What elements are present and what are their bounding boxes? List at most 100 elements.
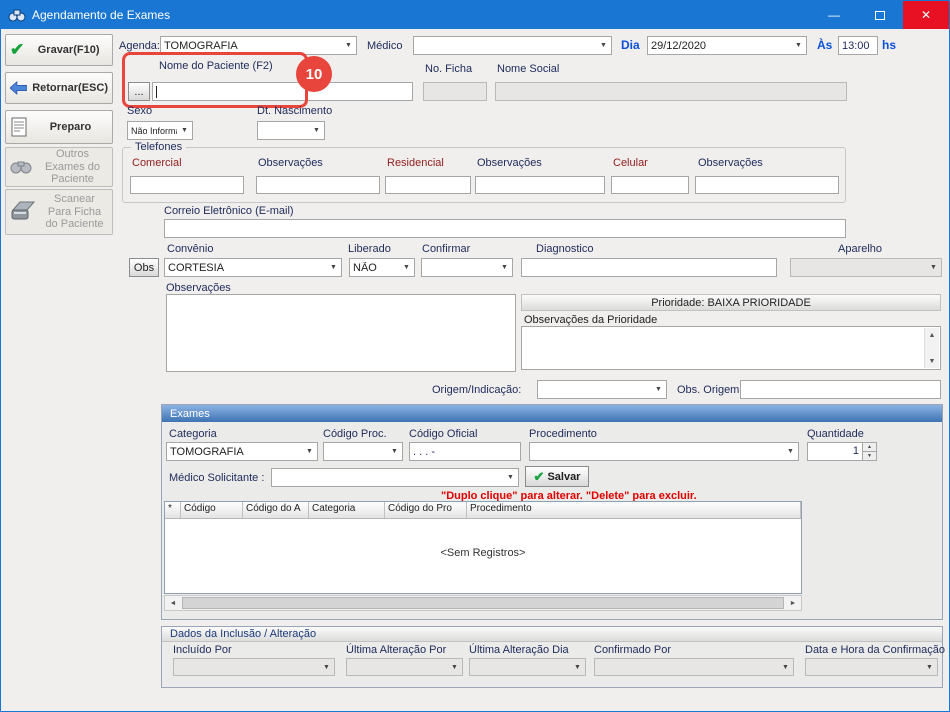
origem-select[interactable]: ▼ [537, 380, 667, 399]
diagnostico-label: Diagnostico [536, 243, 593, 255]
liberado-label: Liberado [348, 243, 391, 255]
hora-input[interactable]: 13:00 [838, 36, 878, 55]
horizontal-scrollbar[interactable]: ◄ ► [164, 595, 802, 611]
agenda-select[interactable]: TOMOGRAFIA ▼ [160, 36, 357, 55]
obs-comercial-label: Observações [258, 157, 323, 169]
ultima-alteracao-dia-label: Última Alteração Dia [469, 644, 569, 656]
liberado-value: NÃO [350, 262, 399, 274]
patient-browse-button[interactable]: ... [128, 82, 150, 101]
nascimento-select[interactable]: ▼ [257, 121, 325, 140]
obs-residencial-input[interactable] [475, 176, 605, 194]
stepper-down-icon[interactable]: ▼ [863, 451, 876, 460]
maximize-button[interactable] [857, 1, 903, 29]
medico-label: Médico [367, 40, 402, 52]
email-input[interactable] [164, 219, 846, 238]
window-title: Agendamento de Exames [32, 8, 170, 22]
telefones-group-label: Telefones [131, 141, 186, 153]
convenio-select[interactable]: CORTESIA ▼ [164, 258, 342, 277]
procedimento-label: Procedimento [529, 428, 597, 440]
dados-panel-header: Dados da Inclusão / Alteração [162, 627, 942, 642]
scanear-label: Scanear Para Ficha do Paciente [41, 193, 108, 231]
codigo-proc-label: Código Proc. [323, 428, 387, 440]
comercial-label: Comercial [132, 157, 182, 169]
confirmar-select[interactable]: ▼ [421, 258, 513, 277]
scroll-left-icon[interactable]: ◄ [165, 596, 181, 610]
medico-solicitante-label: Médico Solicitante : [169, 472, 264, 484]
categoria-value: TOMOGRAFIA [167, 446, 302, 458]
patient-name-input[interactable] [152, 82, 413, 101]
ultima-alteracao-dia-field: ▼ [469, 658, 586, 676]
preparo-button[interactable]: Preparo [5, 110, 113, 144]
minimize-button[interactable]: — [811, 1, 857, 29]
scroll-up-icon[interactable]: ▲ [925, 328, 939, 342]
liberado-select[interactable]: NÃO ▼ [349, 258, 415, 277]
medico-select[interactable]: ▼ [413, 36, 612, 55]
hs-label: hs [882, 38, 896, 52]
medico-solicitante-select[interactable]: ▼ [271, 468, 519, 487]
scroll-right-icon[interactable]: ► [785, 596, 801, 610]
obs-button[interactable]: Obs [129, 258, 159, 277]
patient-name-label: Nome do Paciente (F2) [159, 60, 273, 72]
obs-origem-input[interactable] [740, 380, 941, 399]
diagnostico-input[interactable] [521, 258, 777, 277]
chevron-down-icon: ▼ [791, 42, 806, 49]
confirmado-por-label: Confirmado Por [594, 644, 671, 656]
outros-exames-button[interactable]: Outros Exames do Paciente [5, 147, 113, 187]
grid-col-categoria: Categoria [309, 502, 385, 518]
close-button[interactable]: ✕ [903, 1, 949, 29]
obs-residencial-label: Observações [477, 157, 542, 169]
ultima-alteracao-por-label: Última Alteração Por [346, 644, 446, 656]
codigo-oficial-value: . . . - [413, 446, 435, 458]
celular-input[interactable] [611, 176, 689, 194]
agenda-label: Agenda: [119, 40, 160, 52]
close-icon: ✕ [921, 8, 931, 22]
chevron-down-icon: ▼ [319, 664, 334, 671]
chevron-down-icon: ▼ [309, 127, 324, 134]
observacoes-textarea[interactable] [166, 294, 516, 372]
obs-celular-input[interactable] [695, 176, 839, 194]
scanear-button[interactable]: Scanear Para Ficha do Paciente [5, 189, 113, 235]
agenda-value: TOMOGRAFIA [161, 40, 341, 52]
residencial-label: Residencial [387, 157, 444, 169]
prioridade-header: Prioridade: BAIXA PRIORIDADE [521, 294, 941, 311]
prioridade-obs-textarea[interactable]: ▲ ▼ [521, 326, 941, 370]
codigo-proc-select[interactable]: ▼ [323, 442, 403, 461]
chevron-down-icon: ▼ [503, 474, 518, 481]
chevron-down-icon: ▼ [341, 42, 356, 49]
residencial-input[interactable] [385, 176, 471, 194]
gravar-button[interactable]: ✔ Gravar(F10) [5, 34, 113, 66]
sexo-select[interactable]: Não Informa ▼ [127, 121, 193, 140]
obs-comercial-input[interactable] [256, 176, 380, 194]
sexo-label: Sexo [127, 105, 152, 117]
retornar-button[interactable]: Retornar(ESC) [5, 72, 113, 104]
stepper-up-icon[interactable]: ▲ [863, 443, 876, 451]
annotation-badge-number: 10 [306, 66, 323, 83]
comercial-input[interactable] [130, 176, 244, 194]
annotation-badge: 10 [296, 56, 332, 92]
convenio-value: CORTESIA [165, 262, 326, 274]
check-icon: ✔ [534, 469, 545, 485]
codigo-oficial-input[interactable]: . . . - [409, 442, 521, 461]
scroll-down-icon[interactable]: ▼ [925, 354, 939, 368]
chevron-down-icon: ▼ [177, 127, 192, 134]
dia-label: Dia [621, 38, 640, 52]
categoria-select[interactable]: TOMOGRAFIA ▼ [166, 442, 318, 461]
observacoes-label: Observações [166, 282, 231, 294]
codigo-oficial-label: Código Oficial [409, 428, 477, 440]
vertical-scrollbar[interactable]: ▲ ▼ [924, 328, 939, 368]
salvar-button[interactable]: ✔ Salvar [525, 466, 589, 487]
celular-label: Celular [613, 157, 648, 169]
categoria-label: Categoria [169, 428, 217, 440]
scrollbar-thumb[interactable] [182, 597, 784, 609]
grid-col-procedimento: Procedimento [467, 502, 801, 518]
chevron-down-icon: ▼ [922, 664, 937, 671]
chevron-down-icon: ▼ [326, 264, 341, 271]
prioridade-obs-label: Observações da Prioridade [524, 314, 657, 326]
chevron-down-icon: ▼ [596, 42, 611, 49]
salvar-label: Salvar [547, 471, 580, 483]
exames-grid-header: * Código Código do A Categoria Código do… [165, 502, 801, 519]
grid-col-codigo-a: Código do A [243, 502, 309, 518]
quantidade-stepper[interactable]: 1 ▲ ▼ [807, 442, 877, 461]
procedimento-select[interactable]: ▼ [529, 442, 799, 461]
dia-select[interactable]: 29/12/2020 ▼ [647, 36, 807, 55]
